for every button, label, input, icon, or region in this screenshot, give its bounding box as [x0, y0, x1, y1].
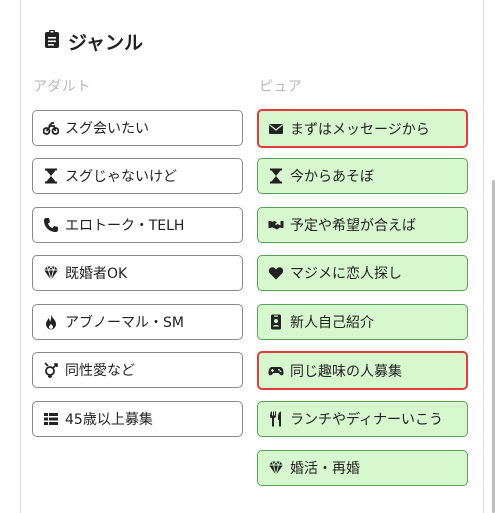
genre-button-pure-4[interactable]: マジメに恋人探し [257, 255, 468, 291]
genre-button-label: ランチやディナーいこう [290, 412, 444, 428]
heart-icon [267, 265, 285, 281]
gamepad-icon [267, 363, 285, 379]
genre-button-label: まずはメッセージから [290, 121, 430, 138]
hourglass-icon [267, 168, 285, 184]
genre-button-adult-2[interactable]: スグじゃないけど [32, 158, 243, 194]
clipboard-icon [44, 29, 60, 54]
genre-button-label: 同じ趣味の人募集 [290, 363, 402, 380]
section-title: ジャンル [44, 26, 143, 56]
genre-button-label: スグ会いたい [65, 121, 149, 137]
genre-button-label: 予定や希望が合えば [290, 218, 416, 234]
motorcycle-icon [42, 120, 60, 136]
genre-button-label: 45歳以上募集 [65, 412, 153, 428]
hourglass-icon [42, 168, 60, 184]
genre-button-pure-7[interactable]: ランチやディナーいこう [257, 401, 468, 437]
section-title-text: ジャンル [68, 31, 144, 54]
pure-heading: ピュア [259, 79, 303, 95]
genre-button-label: 既婚者OK [65, 266, 128, 282]
genre-button-label: 婚活・再婚 [290, 461, 360, 477]
scrollbar[interactable] [492, 180, 495, 513]
genre-button-adult-3[interactable]: エロトーク・TELH [32, 207, 243, 243]
genre-button-adult-5[interactable]: アブノーマル・SM [32, 304, 243, 340]
genre-button-label: エロトーク・TELH [65, 218, 185, 234]
genre-button-label: 新人自己紹介 [290, 315, 374, 331]
genre-button-label: 今からあそぼ [290, 169, 374, 185]
genre-button-label: スグじゃないけど [65, 169, 177, 185]
genre-button-label: アブノーマル・SM [65, 315, 184, 331]
list-icon [42, 411, 60, 427]
phone-icon [42, 217, 60, 233]
genre-button-pure-5[interactable]: 新人自己紹介 [257, 304, 468, 340]
genre-button-pure-3[interactable]: 予定や希望が合えば [257, 207, 468, 243]
fire-icon [42, 314, 60, 330]
envelope-icon [267, 121, 285, 137]
utensils-icon [267, 411, 285, 427]
genre-button-adult-1[interactable]: スグ会いたい [32, 110, 243, 146]
gender-icon [42, 362, 60, 378]
genre-button-pure-8[interactable]: 婚活・再婚 [257, 450, 468, 486]
genre-button-pure-6[interactable]: 同じ趣味の人募集 [257, 351, 468, 390]
handshake-icon [267, 217, 285, 233]
adult-heading: アダルト [33, 79, 91, 95]
diamond-icon [42, 265, 60, 281]
genre-button-adult-7[interactable]: 45歳以上募集 [32, 401, 243, 437]
genre-button-pure-2[interactable]: 今からあそぼ [257, 158, 468, 194]
genre-button-label: マジメに恋人探し [290, 266, 402, 282]
genre-button-adult-6[interactable]: 同性愛など [32, 352, 243, 388]
genre-button-label: 同性愛など [65, 363, 135, 379]
genre-button-pure-1[interactable]: まずはメッセージから [257, 109, 468, 148]
genre-button-adult-4[interactable]: 既婚者OK [32, 255, 243, 291]
diamond-icon [267, 460, 285, 476]
id-card-icon [267, 314, 285, 330]
